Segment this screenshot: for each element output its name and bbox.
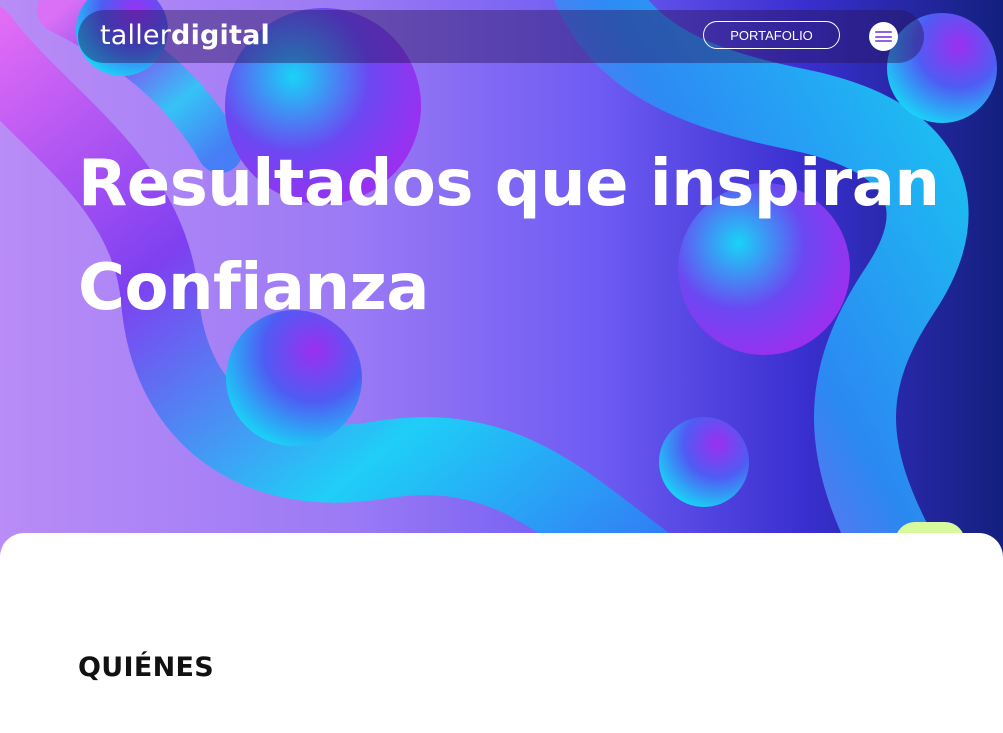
content-card — [0, 533, 1003, 733]
taller-digital-logo[interactable]: tallerdigital — [100, 19, 270, 53]
headline-line-2: Confianza — [78, 251, 429, 325]
hamburger-menu-icon[interactable] — [869, 22, 898, 51]
logo-text-bold: digital — [171, 20, 270, 51]
section-heading-quienes: QUIÉNES — [78, 652, 214, 683]
logo-text-light: taller — [100, 20, 172, 51]
portfolio-button[interactable]: PORTAFOLIO — [703, 21, 840, 49]
headline-line-1: Resultados que inspiran — [78, 147, 940, 221]
hero-headline: Resultados que inspiran Confianza — [78, 132, 978, 340]
hero-section: tallerdigital PORTAFOLIO Resultados que … — [0, 0, 1003, 560]
top-navbar: tallerdigital PORTAFOLIO — [78, 10, 924, 63]
